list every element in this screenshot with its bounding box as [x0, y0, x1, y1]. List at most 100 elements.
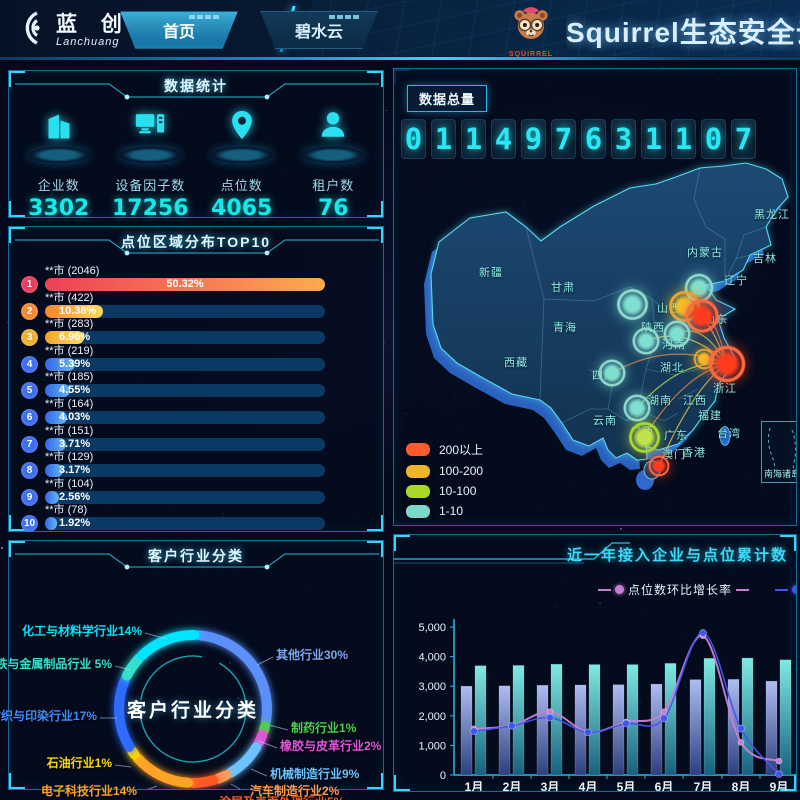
icon-platform [211, 147, 273, 163]
top10-bar-line: 54.55% [21, 384, 325, 397]
donut-segment-制药行业[interactable] [264, 727, 265, 731]
rank-badge: 1 [21, 276, 38, 293]
svg-text:3月: 3月 [541, 780, 560, 792]
top10-row[interactable]: **市 (78)101.92% [21, 504, 325, 531]
stat-value: 3302 [13, 196, 105, 221]
stat-item-企业数: 企业数 3302 [13, 107, 105, 221]
logo: 蓝 创 Lanchuang [10, 8, 131, 53]
province-label-黑龙江: 黑龙江 [754, 206, 790, 222]
top10-row[interactable]: **市 (151)73.71% [21, 425, 325, 452]
province-label-台湾: 台湾 [717, 425, 741, 441]
map-legend-item[interactable]: 200以上 [406, 441, 483, 458]
top10-bar-line: 45.39% [21, 358, 325, 371]
hotspot-red[interactable] [646, 453, 672, 479]
province-label-广东: 广东 [664, 427, 688, 443]
donut-segment-石油行业[interactable] [132, 751, 134, 754]
industry-donut-chart[interactable]: 客户行业分类 化工与材料学行业14%钢铁与金属制品行业 5%纺织与印染行业17%… [9, 573, 385, 789]
bar-track: 6.96% [45, 331, 325, 344]
top10-row[interactable]: **市 (219)45.39% [21, 345, 325, 372]
top10-row-label: **市 (422) [45, 292, 325, 305]
top10-panel: 点位区域分布TOP10 **市 (2046)150.32%**市 (422)21… [8, 226, 384, 532]
inset-label: 南海诸岛 [764, 467, 797, 480]
legend-swatch [406, 485, 430, 498]
top10-row[interactable]: **市 (283)36.96% [21, 318, 325, 345]
stats-panel-title: 数据统计 [9, 76, 383, 96]
trend-combo-chart[interactable]: 5,0004,0003,0002,0001,00001月2月3月4月5月6月7月… [394, 601, 797, 792]
top10-bar-line: 1 50.32% [21, 278, 325, 291]
province-label-青海: 青海 [553, 319, 577, 335]
donut-segment-汽车制造行业[interactable] [218, 775, 226, 778]
device-icon [105, 107, 197, 169]
stat-label: 设备因子数 [105, 175, 197, 194]
bar-track: 4.03% [45, 411, 325, 424]
bar-percent-label: 3.71% [59, 438, 90, 451]
hotspot-teal[interactable] [595, 356, 629, 390]
stat-item-租户数: 租户数76 [288, 107, 380, 221]
top10-row-label: **市 (104) [45, 478, 325, 491]
legend-label: 200以上 [439, 441, 483, 458]
top10-row[interactable]: **市 (104)92.56% [21, 478, 325, 505]
hotspot-green[interactable] [625, 418, 664, 457]
stat-label: 点位数 [196, 175, 288, 194]
top10-panel-title: 点位区域分布TOP10 [9, 232, 383, 252]
header: 蓝 创 Lanchuang 首页碧水云 SQUIRREL Squirrel生态安… [0, 0, 800, 60]
top10-row-label: **市 (164) [45, 398, 325, 411]
stat-value: 4065 [196, 196, 288, 221]
top10-bar-chart[interactable]: **市 (2046)150.32%**市 (422)210.38%**市 (28… [9, 259, 383, 531]
industry-label: 钢铁与金属制品行业 5% [0, 655, 112, 672]
donut-segment-化工与材料学行业[interactable] [142, 635, 194, 655]
stat-label: 企业数 [13, 175, 105, 194]
bar-percent-label: 5.39% [59, 358, 90, 371]
tab-首页[interactable]: 首页 [120, 11, 238, 49]
top10-row-label: **市 (129) [45, 451, 325, 464]
bar-percent-label: 4.03% [59, 411, 90, 424]
stat-value: 76 [288, 196, 380, 221]
industry-label: 电子科技行业14% [41, 782, 137, 799]
map-legend-item[interactable]: 10-100 [406, 484, 483, 498]
donut-segment-涂层及表面处理行业[interactable] [193, 780, 213, 783]
tab-label: 碧水云 [295, 18, 343, 42]
map-legend-item[interactable]: 100-200 [406, 464, 483, 478]
svg-text:8月: 8月 [732, 780, 751, 792]
top10-row[interactable]: **市 (185)54.55% [21, 371, 325, 398]
hotspot-teal[interactable] [613, 285, 652, 324]
province-label-云南: 云南 [593, 412, 617, 428]
trend-legend-item[interactable]: 点位数环比增长率 [598, 581, 749, 598]
tab-碧水云[interactable]: 碧水云 [260, 11, 378, 49]
industry-label: 石油行业1% [47, 754, 112, 771]
top10-row-label: **市 (185) [45, 371, 325, 384]
bar-track: 50.32% [45, 278, 325, 291]
hotspot-teal[interactable] [629, 324, 663, 358]
donut-segment-电子科技行业[interactable] [138, 758, 188, 782]
top10-row-label: **市 (78) [45, 504, 325, 517]
map-legend-item[interactable]: 1-10 [406, 504, 483, 518]
donut-segment-钢铁与金属制品行业[interactable] [127, 659, 139, 676]
bar-percent-label: 6.96% [59, 331, 90, 344]
rank-badge: 8 [21, 462, 38, 479]
legend-swatch [406, 465, 430, 478]
donut-center-label: 客户行业分类 [127, 696, 259, 723]
legend-label: 1-10 [439, 504, 463, 518]
legend-line [736, 589, 749, 591]
top10-row[interactable]: **市 (129)83.17% [21, 451, 325, 478]
trend-legend-item[interactable] [775, 585, 797, 594]
user-icon [288, 107, 380, 169]
bar-track: 10.38% [45, 305, 325, 318]
top10-row[interactable]: **市 (2046)150.32% [21, 265, 325, 292]
top10-bar-line: 210.38% [21, 305, 325, 318]
legend-line [775, 589, 788, 591]
top10-row[interactable]: **市 (422)210.38% [21, 292, 325, 319]
icon-platform [119, 147, 181, 163]
legend-label: 10-100 [439, 484, 476, 498]
rank-badge: 10 [21, 515, 38, 532]
svg-text:4月: 4月 [579, 780, 598, 792]
top10-row[interactable]: **市 (164) 6 4.03% [21, 398, 325, 425]
tab-corner-decoration [189, 15, 219, 19]
rank-badge: 6 [21, 409, 38, 426]
header-bottom-line [0, 57, 800, 60]
stats-panel: 数据统计 企业数3302设备因子数17256点位数4065租户数76 [8, 70, 384, 218]
hotspot-teal[interactable] [660, 317, 694, 351]
trend-legend: 点位数环比增长率 [598, 581, 797, 598]
icon-platform [302, 147, 364, 163]
svg-text:7月: 7月 [694, 780, 713, 792]
